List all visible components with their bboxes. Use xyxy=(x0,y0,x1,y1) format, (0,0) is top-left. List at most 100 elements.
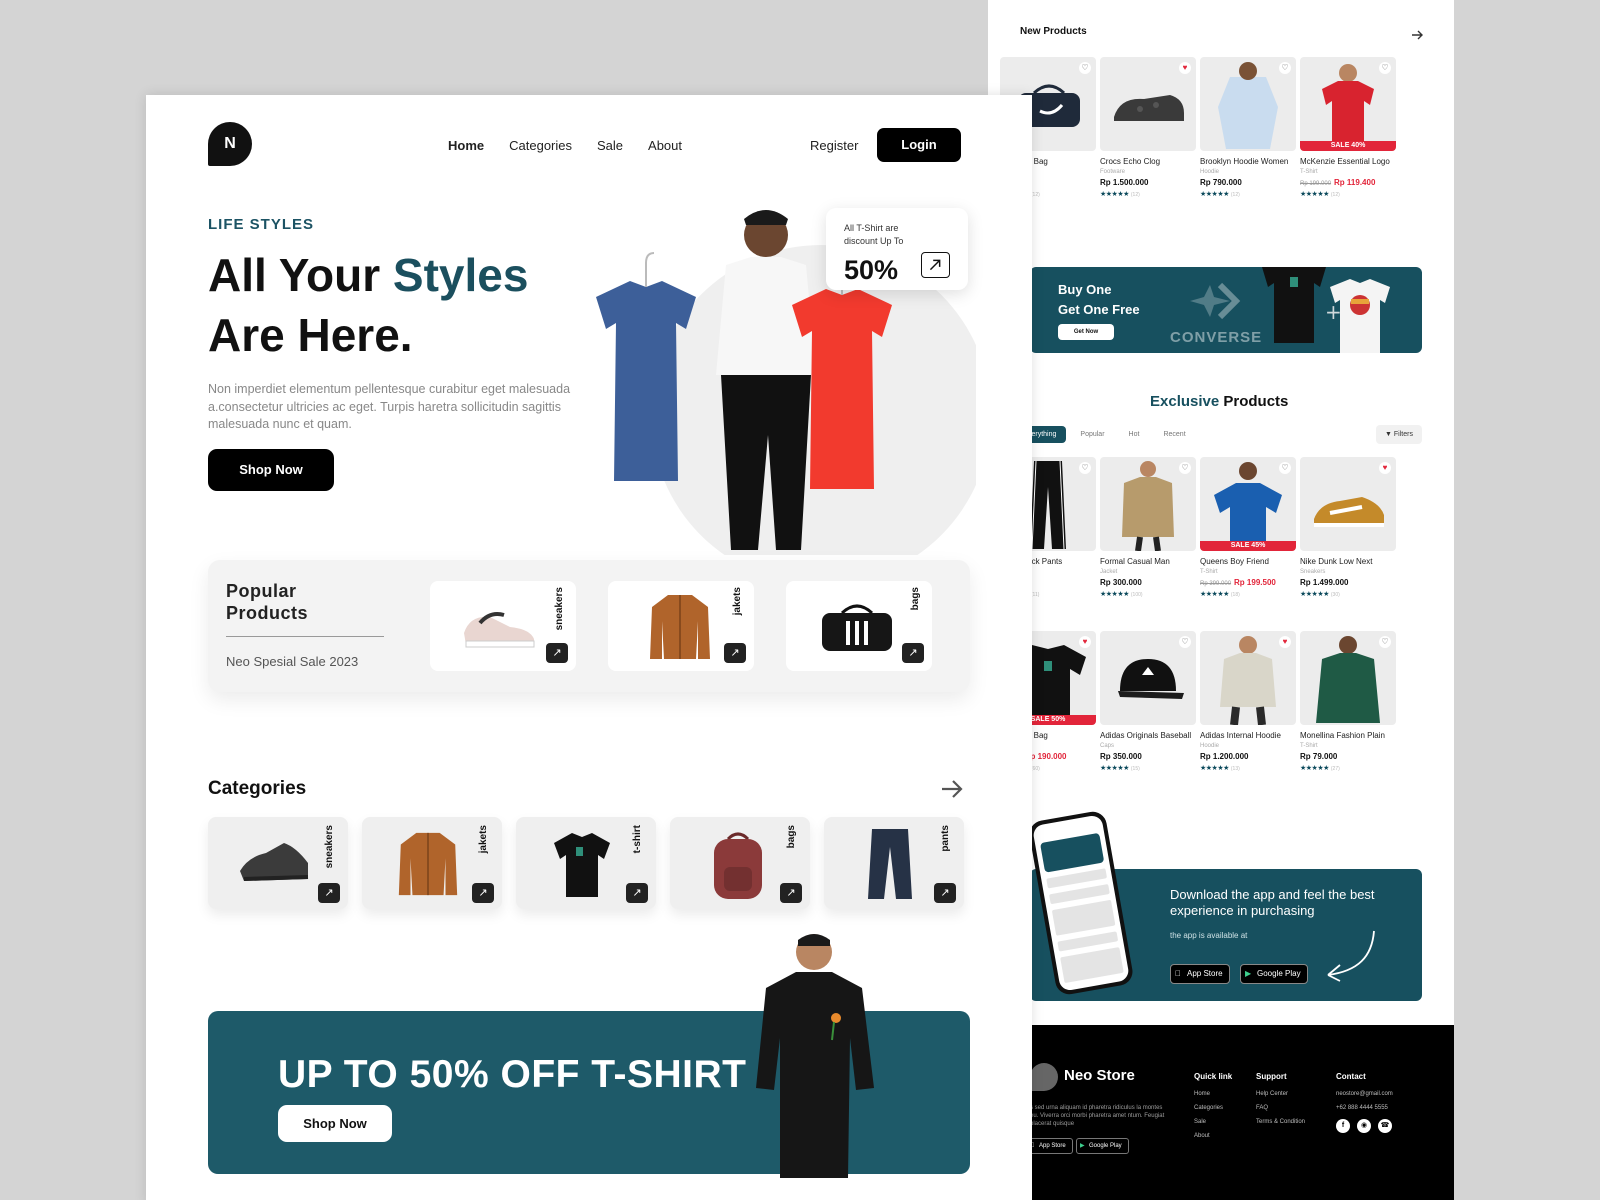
arrow-up-right-icon[interactable]: ↗ xyxy=(902,643,924,663)
arrow-up-right-icon[interactable]: ↗ xyxy=(934,883,956,903)
product-name[interactable]: Crocs Echo Clog xyxy=(1100,157,1196,166)
category-bags[interactable]: bags ↗ xyxy=(670,817,810,909)
arrow-up-right-icon[interactable] xyxy=(921,252,950,278)
sneaker-dark-image xyxy=(240,843,309,881)
category-pants[interactable]: pants ↗ xyxy=(824,817,964,909)
product-name[interactable]: Monellina Fashion Plain xyxy=(1300,731,1396,740)
popular-item-jakets[interactable]: jakets ↗ xyxy=(608,581,754,671)
product-card[interactable]: ♥ Nike Dunk Low Next Sneakers Rp 1.499.000 ★… xyxy=(1300,457,1396,598)
product-name[interactable]: Adidas Originals Baseball xyxy=(1100,731,1196,740)
heart-icon[interactable]: ♡ xyxy=(1279,62,1291,74)
category-tshirt[interactable]: t-shirt ↗ xyxy=(516,817,656,909)
review-count: (60) xyxy=(1030,766,1040,772)
discount-text: All T-Shirt are discount Up To xyxy=(844,223,904,246)
right-page-panel: New Products ♡ke Duffle Baggs380.000★★★★… xyxy=(988,0,1454,1200)
arrow-up-right-icon[interactable]: ↗ xyxy=(780,883,802,903)
product-card[interactable]: ♡ Monellina Fashion Plain T-Shirt Rp 79.000… xyxy=(1300,631,1396,772)
nav-about[interactable]: About xyxy=(648,138,682,153)
heart-icon[interactable]: ♡ xyxy=(1079,62,1091,74)
heart-icon[interactable]: ♥ xyxy=(1179,62,1191,74)
footer-google-play-button[interactable]: ▶ Google Play xyxy=(1076,1138,1129,1154)
banner-shop-now-button[interactable]: Shop Now xyxy=(278,1105,392,1142)
footer-link[interactable]: Categories xyxy=(1194,1105,1232,1111)
current-price: Rp 350.000 xyxy=(1100,752,1142,761)
product-name[interactable]: McKenzie Essential Logo xyxy=(1300,157,1396,166)
facebook-icon[interactable]: f xyxy=(1336,1119,1350,1133)
current-price: Rp 1.500.000 xyxy=(1100,178,1149,187)
filters-button[interactable]: ▼ Filters xyxy=(1376,425,1422,444)
rating-stars: ★★★★★ (30) xyxy=(1300,591,1340,598)
rating-stars: ★★★★★ (27) xyxy=(1300,765,1340,772)
product-name[interactable]: Brooklyn Hoodie Women xyxy=(1200,157,1296,166)
google-play-button[interactable]: ▶ Google Play xyxy=(1240,964,1308,984)
product-name[interactable]: Formal Casual Man xyxy=(1100,557,1196,566)
get-now-button[interactable]: Get Now xyxy=(1058,324,1114,340)
review-count: (100) xyxy=(1130,592,1143,598)
heart-icon[interactable]: ♡ xyxy=(1279,462,1291,474)
arrow-up-right-icon[interactable]: ↗ xyxy=(318,883,340,903)
product-card[interactable]: ♡ SALE 45% Queens Boy Friend T-Shirt Rp 399.… xyxy=(1200,457,1296,598)
instagram-icon[interactable]: ◉ xyxy=(1357,1119,1371,1133)
review-count: (12) xyxy=(1030,192,1040,198)
category-sneakers[interactable]: sneakers ↗ xyxy=(208,817,348,909)
product-card[interactable]: ♡ Formal Casual Man Jacket Rp 300.000 ★★★★★(… xyxy=(1100,457,1196,598)
tab-popular[interactable]: Popular xyxy=(1070,426,1114,443)
product-card[interactable]: ♡ Brooklyn Hoodie Women Hoodie Rp 790.000 ★★… xyxy=(1200,57,1296,198)
popular-item-label: jakets xyxy=(732,587,743,616)
login-button[interactable]: Login xyxy=(877,128,961,162)
heart-icon[interactable]: ♡ xyxy=(1379,636,1391,648)
heart-icon[interactable]: ♡ xyxy=(1179,462,1191,474)
product-card[interactable]: ♡ SALE 40% McKenzie Essential Logo T-Shirt R… xyxy=(1300,57,1396,198)
product-name[interactable]: Nike Dunk Low Next xyxy=(1300,557,1396,566)
arrow-up-right-icon[interactable]: ↗ xyxy=(626,883,648,903)
review-count: (11) xyxy=(1030,592,1040,598)
arrow-right-icon[interactable] xyxy=(940,778,964,800)
rating-stars: ★★★★★ (18) xyxy=(1200,591,1240,598)
heart-icon[interactable]: ♡ xyxy=(1379,62,1391,74)
product-card[interactable]: ♥ Crocs Echo Clog Footware Rp 1.500.000 ★★★★… xyxy=(1100,57,1196,198)
nav-home[interactable]: Home xyxy=(448,138,484,153)
product-card[interactable]: ♥ Adidas Internal Hoodie Hoodie Rp 1.200.00… xyxy=(1200,631,1296,772)
nav-sale[interactable]: Sale xyxy=(597,138,623,153)
footer-app-store-button[interactable]: App Store xyxy=(1026,1138,1073,1154)
heart-icon[interactable]: ♡ xyxy=(1079,462,1091,474)
arrow-up-right-icon[interactable]: ↗ xyxy=(724,643,746,663)
category-jakets[interactable]: jakets ↗ xyxy=(362,817,502,909)
footer-link[interactable]: Sale xyxy=(1194,1119,1232,1125)
tab-hot[interactable]: Hot xyxy=(1119,426,1150,443)
app-heading: Download the app and feel the best exper… xyxy=(1170,887,1375,918)
footer-link[interactable]: Home xyxy=(1194,1091,1232,1097)
heart-icon[interactable]: ♥ xyxy=(1379,462,1391,474)
product-image: ♡ xyxy=(1300,631,1396,725)
main-nav: Home Categories Sale About xyxy=(448,138,682,153)
review-count: (12) xyxy=(1330,192,1340,198)
whatsapp-icon[interactable]: ☎ xyxy=(1378,1119,1392,1133)
rating-stars: ★★★★★ (100) xyxy=(1100,591,1143,598)
heart-icon[interactable]: ♥ xyxy=(1079,636,1091,648)
footer-link[interactable]: Terms & Condition xyxy=(1256,1119,1305,1125)
heart-icon[interactable]: ♡ xyxy=(1179,636,1191,648)
product-name[interactable]: Adidas Internal Hoodie xyxy=(1200,731,1296,740)
arrow-up-right-icon[interactable]: ↗ xyxy=(546,643,568,663)
nav-categories[interactable]: Categories xyxy=(509,138,572,153)
footer-email[interactable]: neostore@gmail.com xyxy=(1336,1091,1393,1097)
footer-link[interactable]: FAQ xyxy=(1256,1105,1305,1111)
promo-line2: Get One Free xyxy=(1058,302,1140,317)
product-card[interactable]: ♡ Adidas Originals Baseball Caps Rp 350.000… xyxy=(1100,631,1196,772)
shop-now-button[interactable]: Shop Now xyxy=(208,449,334,491)
register-link[interactable]: Register xyxy=(810,138,858,153)
heart-icon[interactable]: ♥ xyxy=(1279,636,1291,648)
logo[interactable]: N xyxy=(208,122,252,166)
arrow-right-icon[interactable] xyxy=(1410,28,1424,42)
product-name[interactable]: Queens Boy Friend xyxy=(1200,557,1296,566)
popular-item-sneakers[interactable]: sneakers ↗ xyxy=(430,581,576,671)
tab-recent[interactable]: Recent xyxy=(1153,426,1195,443)
footer-link[interactable]: About xyxy=(1194,1133,1232,1139)
footer-phone[interactable]: +62 888 4444 5555 xyxy=(1336,1105,1393,1111)
arrow-up-right-icon[interactable]: ↗ xyxy=(472,883,494,903)
product-image: ♡ xyxy=(1100,631,1196,725)
footer-link[interactable]: Help Center xyxy=(1256,1091,1305,1097)
popular-item-bags[interactable]: bags ↗ xyxy=(786,581,932,671)
app-store-button[interactable]: App Store xyxy=(1170,964,1230,984)
sale-banner-text: UP TO 50% OFF T-SHIRT xyxy=(278,1053,747,1096)
